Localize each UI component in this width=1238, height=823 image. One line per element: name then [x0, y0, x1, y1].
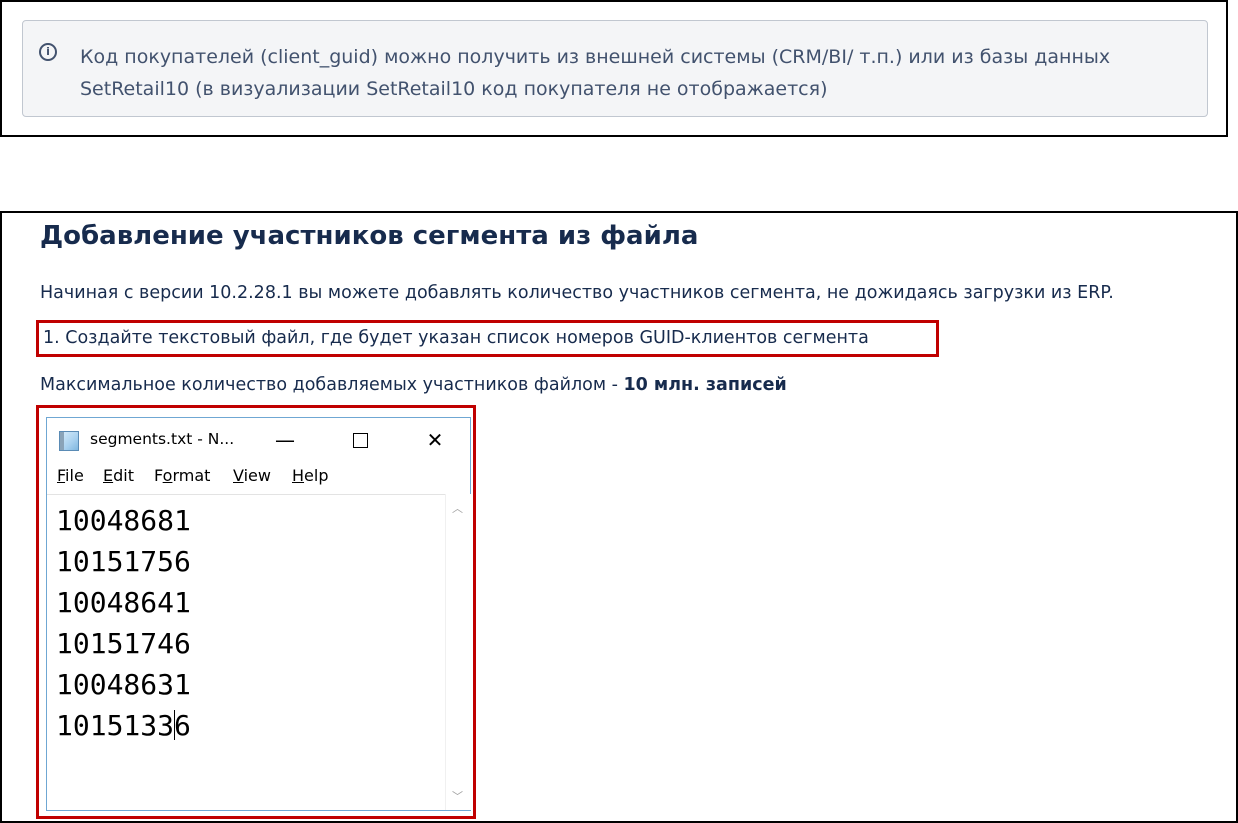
info-panel: i Код покупателей (client_guid) можно по…: [22, 20, 1208, 117]
editor-line: 10151756: [56, 545, 191, 578]
editor-line: 10048631: [56, 668, 191, 701]
max-records-prefix: Максимальное количество добавляемых учас…: [40, 375, 624, 395]
section-intro: Начиная с версии 10.2.28.1 вы можете доб…: [40, 283, 1114, 303]
editor-lines: 10048681 10151756 10048641 10151746 10048631…: [56, 500, 191, 746]
scroll-down-icon[interactable]: ﹀: [452, 788, 463, 804]
info-icon: i: [39, 43, 57, 61]
section-heading: Добавление участников сегмента из файла: [40, 221, 699, 251]
notepad-titlebar[interactable]: segments.txt - N... — ✕: [47, 418, 470, 462]
maximize-icon: [352, 432, 368, 448]
section-frame: Добавление участников сегмента из файла …: [0, 211, 1238, 823]
max-records-line: Максимальное количество добавляемых учас…: [40, 375, 787, 395]
editor-line: 10151746: [56, 627, 191, 660]
menu-help[interactable]: Help: [292, 466, 328, 485]
scroll-up-icon[interactable]: ︿: [452, 500, 463, 516]
editor-line: 10151336: [56, 709, 191, 742]
window-title: segments.txt - N...: [90, 430, 235, 448]
close-button[interactable]: ✕: [415, 422, 455, 458]
editor-line: 10048681: [56, 504, 191, 537]
step1-highlight: 1. Создайте текстовый файл, где будет ук…: [36, 320, 939, 357]
info-text: Код покупателей (client_guid) можно полу…: [80, 46, 1111, 100]
vertical-scrollbar[interactable]: ︿ ﹀: [445, 494, 471, 810]
maximize-button[interactable]: [340, 422, 380, 458]
menu-format[interactable]: Format: [154, 466, 210, 485]
max-records-value: 10 млн. записей: [623, 375, 787, 395]
close-icon: ✕: [426, 428, 444, 452]
notepad-text-area[interactable]: 10048681 10151756 10048641 10151746 10048631…: [47, 494, 445, 811]
notepad-highlight: segments.txt - N... — ✕ File Edit Format…: [36, 405, 476, 819]
minimize-button[interactable]: —: [265, 422, 305, 458]
notepad-menubar: File Edit Format View Help: [47, 464, 470, 492]
notepad-file-icon: [59, 431, 79, 451]
step1-text: 1. Создайте текстовый файл, где будет ук…: [43, 328, 869, 348]
menu-view[interactable]: View: [233, 466, 271, 485]
minimize-icon: —: [275, 428, 295, 452]
notepad-window: segments.txt - N... — ✕ File Edit Format…: [46, 417, 471, 811]
menu-edit[interactable]: Edit: [103, 466, 134, 485]
editor-line: 10048641: [56, 586, 191, 619]
info-note-frame: i Код покупателей (client_guid) можно по…: [0, 0, 1228, 137]
menu-file[interactable]: File: [57, 466, 84, 485]
